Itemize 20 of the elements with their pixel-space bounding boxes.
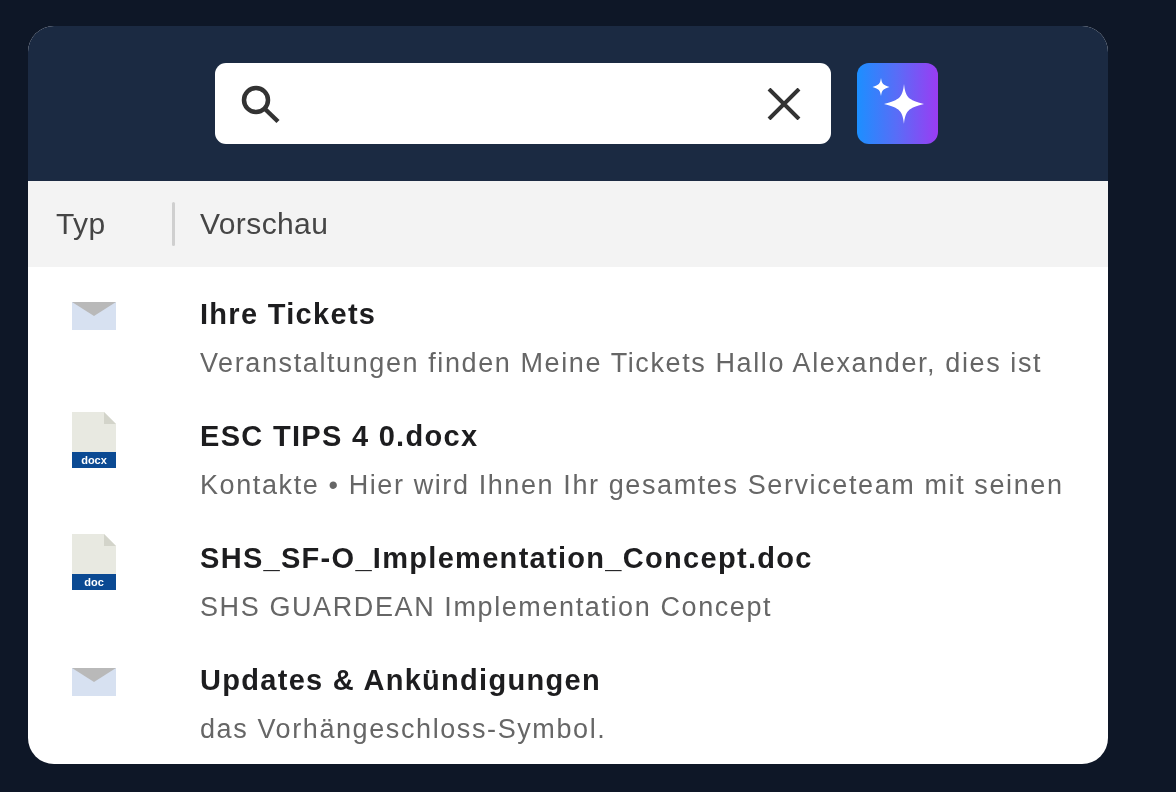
result-title[interactable]: ESC TIPS 4 0.docx bbox=[200, 419, 1064, 453]
clear-button[interactable] bbox=[767, 87, 801, 120]
result-preview: Veranstaltungen finden Meine Tickets Hallo Alexander, dies ist bbox=[200, 347, 1043, 379]
result-title[interactable]: Updates & Ankündigungen bbox=[200, 663, 607, 697]
search-icon bbox=[240, 83, 282, 124]
document-icon: doc bbox=[72, 534, 116, 590]
column-header[interactable]: Typ bbox=[28, 207, 172, 241]
result-preview: Kontakte • Hier wird Ihnen Ihr gesamtes Serviceteam mit seinen bbox=[200, 469, 1064, 501]
result-title[interactable]: Ihre Tickets bbox=[200, 297, 1043, 331]
sparkle-icon bbox=[871, 78, 924, 124]
search-field[interactable] bbox=[215, 63, 831, 144]
result-title[interactable]: SHS_SF-O_Implementation_Concept.doc bbox=[200, 541, 813, 575]
document-icon: docx bbox=[72, 412, 116, 468]
result-preview: SHS GUARDEAN Implementation Concept bbox=[200, 591, 774, 623]
column-header[interactable]: Vorschau bbox=[200, 207, 329, 241]
ai-button[interactable] bbox=[857, 63, 938, 144]
envelope-icon bbox=[72, 302, 116, 330]
close-icon bbox=[767, 87, 801, 120]
envelope-icon bbox=[72, 668, 116, 696]
result-preview: das Vorhängeschloss-Symbol. bbox=[200, 713, 607, 745]
